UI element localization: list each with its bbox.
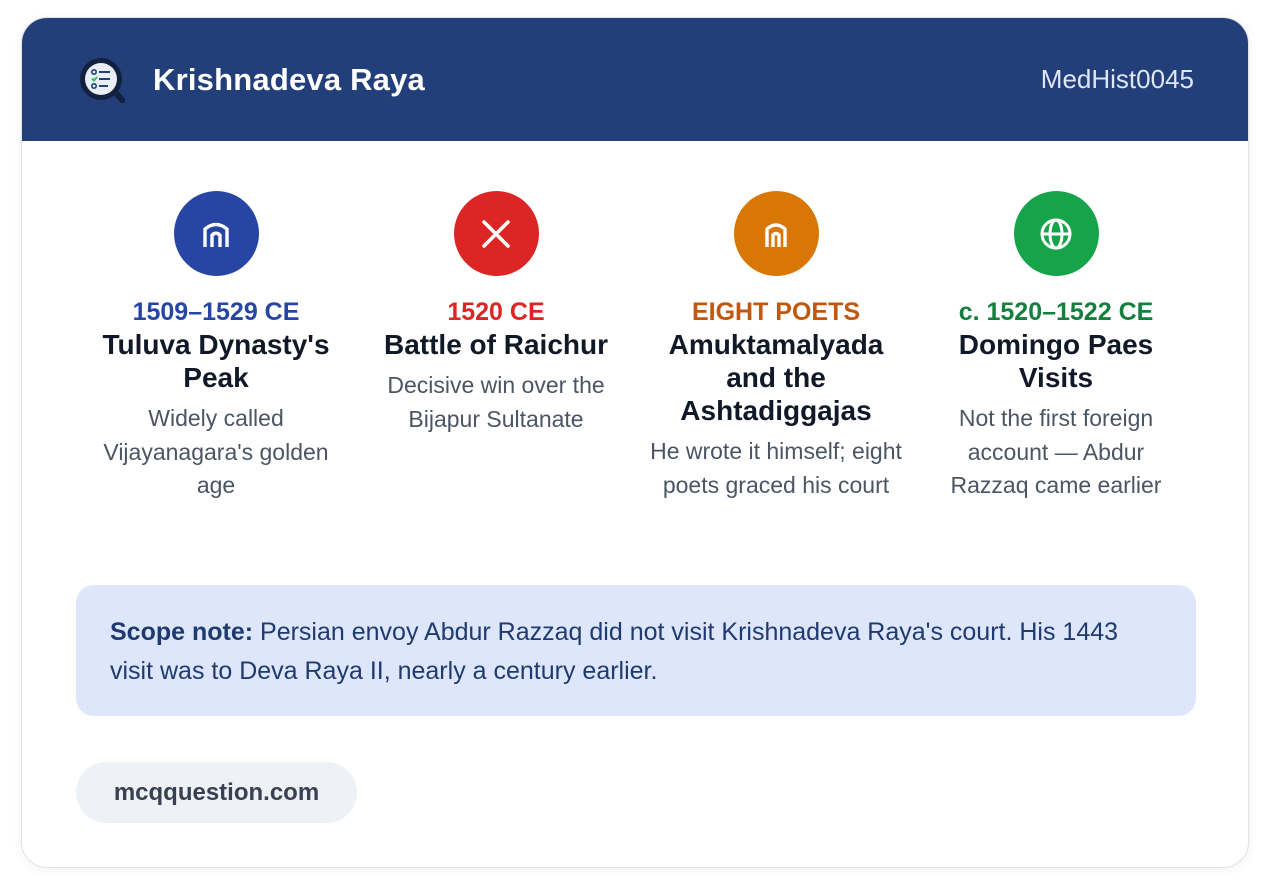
fact-description: Not the first foreign account — Abdur Ra… (950, 405, 1162, 498)
quiz-checklist-icon (80, 57, 125, 103)
fact-heading: Domingo Paes Visits (958, 329, 1154, 393)
fact-icon-badge (453, 191, 539, 276)
scope-note-text: Persian envoy Abdur Razzaq did not visit… (110, 618, 1119, 685)
fact-icon-badge (1013, 191, 1099, 276)
page-title: Krishnadeva Raya (153, 61, 425, 97)
fact-heading: Tuluva Dynasty's Peak (102, 329, 330, 393)
facts-row: 1509–1529 CE Tuluva Dynasty's Peak Widel… (76, 191, 1196, 503)
fact-item: 1509–1529 CE Tuluva Dynasty's Peak Widel… (76, 191, 356, 503)
card-header: Krishnadeva Raya MedHist0045 (22, 18, 1248, 141)
close-x-icon (482, 219, 510, 248)
fact-icon-badge (733, 191, 819, 276)
fact-date: c. 1520–1522 CE (958, 298, 1154, 326)
scope-note: Scope note: Persian envoy Abdur Razzaq d… (76, 585, 1196, 716)
fact-date: 1520 CE (447, 298, 545, 326)
question-code: MedHist0045 (1040, 64, 1194, 94)
fact-card: Krishnadeva Raya MedHist0045 1509–1529 C… (21, 17, 1249, 868)
source-site-link[interactable]: mcqquestion.com (76, 762, 357, 823)
fact-item: EIGHT POETS Amuktamalyada and the Ashtad… (636, 191, 916, 503)
fact-description: Widely called Vijayanagara's golden age (103, 405, 329, 498)
fact-description: He wrote it himself; eight poets graced … (650, 438, 902, 498)
scope-note-label: Scope note: (110, 618, 254, 646)
fact-date: EIGHT POETS (691, 298, 861, 326)
fact-item: c. 1520–1522 CE Domingo Paes Visits Not … (916, 191, 1196, 503)
temple-icon (203, 222, 229, 247)
fact-heading: Amuktamalyada and the Ashtadiggajas (668, 329, 884, 426)
fact-icon-badge (173, 191, 259, 276)
globe-icon (1040, 218, 1072, 249)
fact-item: 1520 CE Battle of Raichur Decisive win o… (356, 191, 636, 503)
fact-description: Decisive win over the Bijapur Sultanate (387, 372, 605, 432)
fact-heading: Battle of Raichur (383, 329, 609, 360)
temple-icon (765, 222, 787, 247)
fact-date: 1509–1529 CE (132, 298, 300, 326)
